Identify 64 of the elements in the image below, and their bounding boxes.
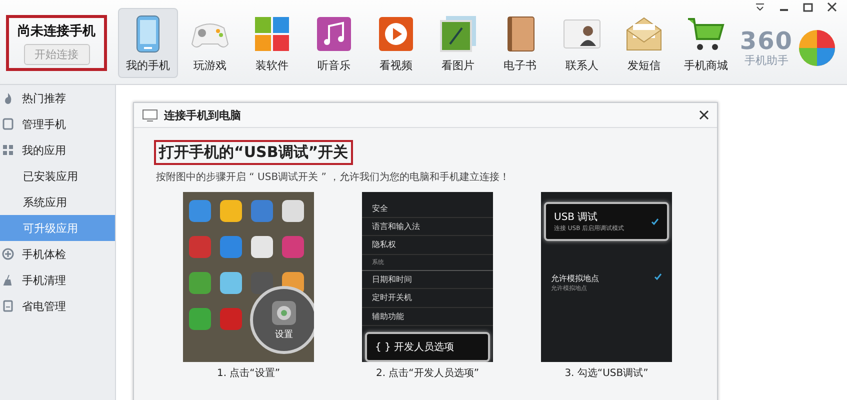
app-icon bbox=[251, 236, 273, 258]
sidebar-item[interactable]: 手机体检 bbox=[0, 241, 115, 267]
dropdown-icon[interactable] bbox=[755, 2, 765, 12]
toolbar-tab[interactable]: 看视频 bbox=[366, 8, 426, 78]
menu-row: 语言和输入法 bbox=[362, 218, 493, 236]
app-icon bbox=[189, 308, 211, 330]
tiles-icon bbox=[252, 14, 292, 54]
logo-icon bbox=[797, 28, 837, 68]
grid-icon bbox=[2, 144, 14, 156]
phone-icon bbox=[2, 118, 14, 130]
toolbar-tab[interactable]: 看图片 bbox=[428, 8, 488, 78]
checkmark-icon bbox=[651, 218, 659, 226]
app-icon bbox=[282, 236, 304, 258]
app-icon bbox=[282, 200, 304, 222]
sidebar-item[interactable]: 我的应用 bbox=[0, 137, 115, 163]
sidebar-item[interactable]: 系统应用 bbox=[0, 189, 115, 215]
toolbar-tab[interactable]: 玩游戏 bbox=[180, 8, 240, 78]
battery-icon bbox=[2, 300, 14, 312]
settings-label: 设置 bbox=[275, 328, 293, 340]
sidebar-item[interactable]: 管理手机 bbox=[0, 111, 115, 137]
toolbar-tab[interactable]: 发短信 bbox=[614, 8, 674, 78]
menu-row: 安全 bbox=[362, 199, 493, 218]
gear-icon bbox=[271, 300, 297, 326]
app-icon bbox=[220, 200, 242, 222]
toolbar-tab[interactable]: 电子书 bbox=[490, 8, 550, 78]
logo-subtitle: 手机助手 bbox=[744, 52, 788, 68]
sidebar-item[interactable]: 已安装应用 bbox=[0, 163, 115, 189]
app-icon bbox=[220, 236, 242, 258]
logo-number: 360 bbox=[740, 28, 793, 52]
dialog-instructions: 按附图中的步骤开启 “ USB调试开关 ” ，允许我们为您的电脑和手机建立连接！ bbox=[156, 170, 511, 184]
highlighted-menu-row: { } 开发人员选项 bbox=[365, 332, 490, 362]
toolbar-tab[interactable]: 听音乐 bbox=[304, 8, 364, 78]
sidebar-item[interactable]: 热门推荐 bbox=[0, 85, 115, 111]
connection-status: 尚未连接手机 bbox=[18, 22, 96, 40]
dialog-heading: 打开手机的“USB调试”开关 bbox=[154, 140, 354, 165]
toolbar-tab[interactable]: 装软件 bbox=[242, 8, 302, 78]
app-icon bbox=[220, 272, 242, 294]
app-icon bbox=[189, 272, 211, 294]
play-icon bbox=[376, 14, 416, 54]
app-icon bbox=[220, 308, 242, 330]
step-caption: 3. 勾选“USB调试” bbox=[564, 366, 648, 380]
close-icon[interactable] bbox=[827, 2, 837, 12]
toolbar-tab[interactable]: 我的手机 bbox=[118, 8, 178, 78]
dialog-title: 连接手机到电脑 bbox=[164, 108, 241, 122]
option-title: USB 调试 bbox=[554, 210, 599, 224]
close-button[interactable] bbox=[699, 110, 709, 120]
toolbar-tab[interactable]: 联系人 bbox=[552, 8, 612, 78]
option-title: 允许模拟地点 bbox=[551, 273, 599, 284]
sidebar-item[interactable]: 省电管理 bbox=[0, 293, 115, 319]
plus-circle-icon bbox=[2, 248, 14, 260]
step-caption: 1. 点击“设置” bbox=[216, 366, 280, 380]
app-icon bbox=[189, 236, 211, 258]
menu-row: 日期和时间 bbox=[362, 270, 493, 290]
menu-row: 定时开关机 bbox=[362, 289, 493, 308]
toolbar-tab[interactable]: 手机商城 bbox=[676, 8, 736, 78]
maximize-icon[interactable] bbox=[803, 2, 813, 12]
music-note-icon bbox=[314, 14, 354, 54]
sidebar-item[interactable]: 手机清理 bbox=[0, 267, 115, 293]
menu-row: 辅助功能 bbox=[362, 308, 493, 326]
step-caption: 2. 点击“开发人员选项” bbox=[376, 366, 480, 380]
app-icon bbox=[189, 200, 211, 222]
app-icon bbox=[251, 200, 273, 222]
menu-row: 隐私权 bbox=[362, 236, 493, 255]
monitor-icon bbox=[142, 108, 158, 122]
